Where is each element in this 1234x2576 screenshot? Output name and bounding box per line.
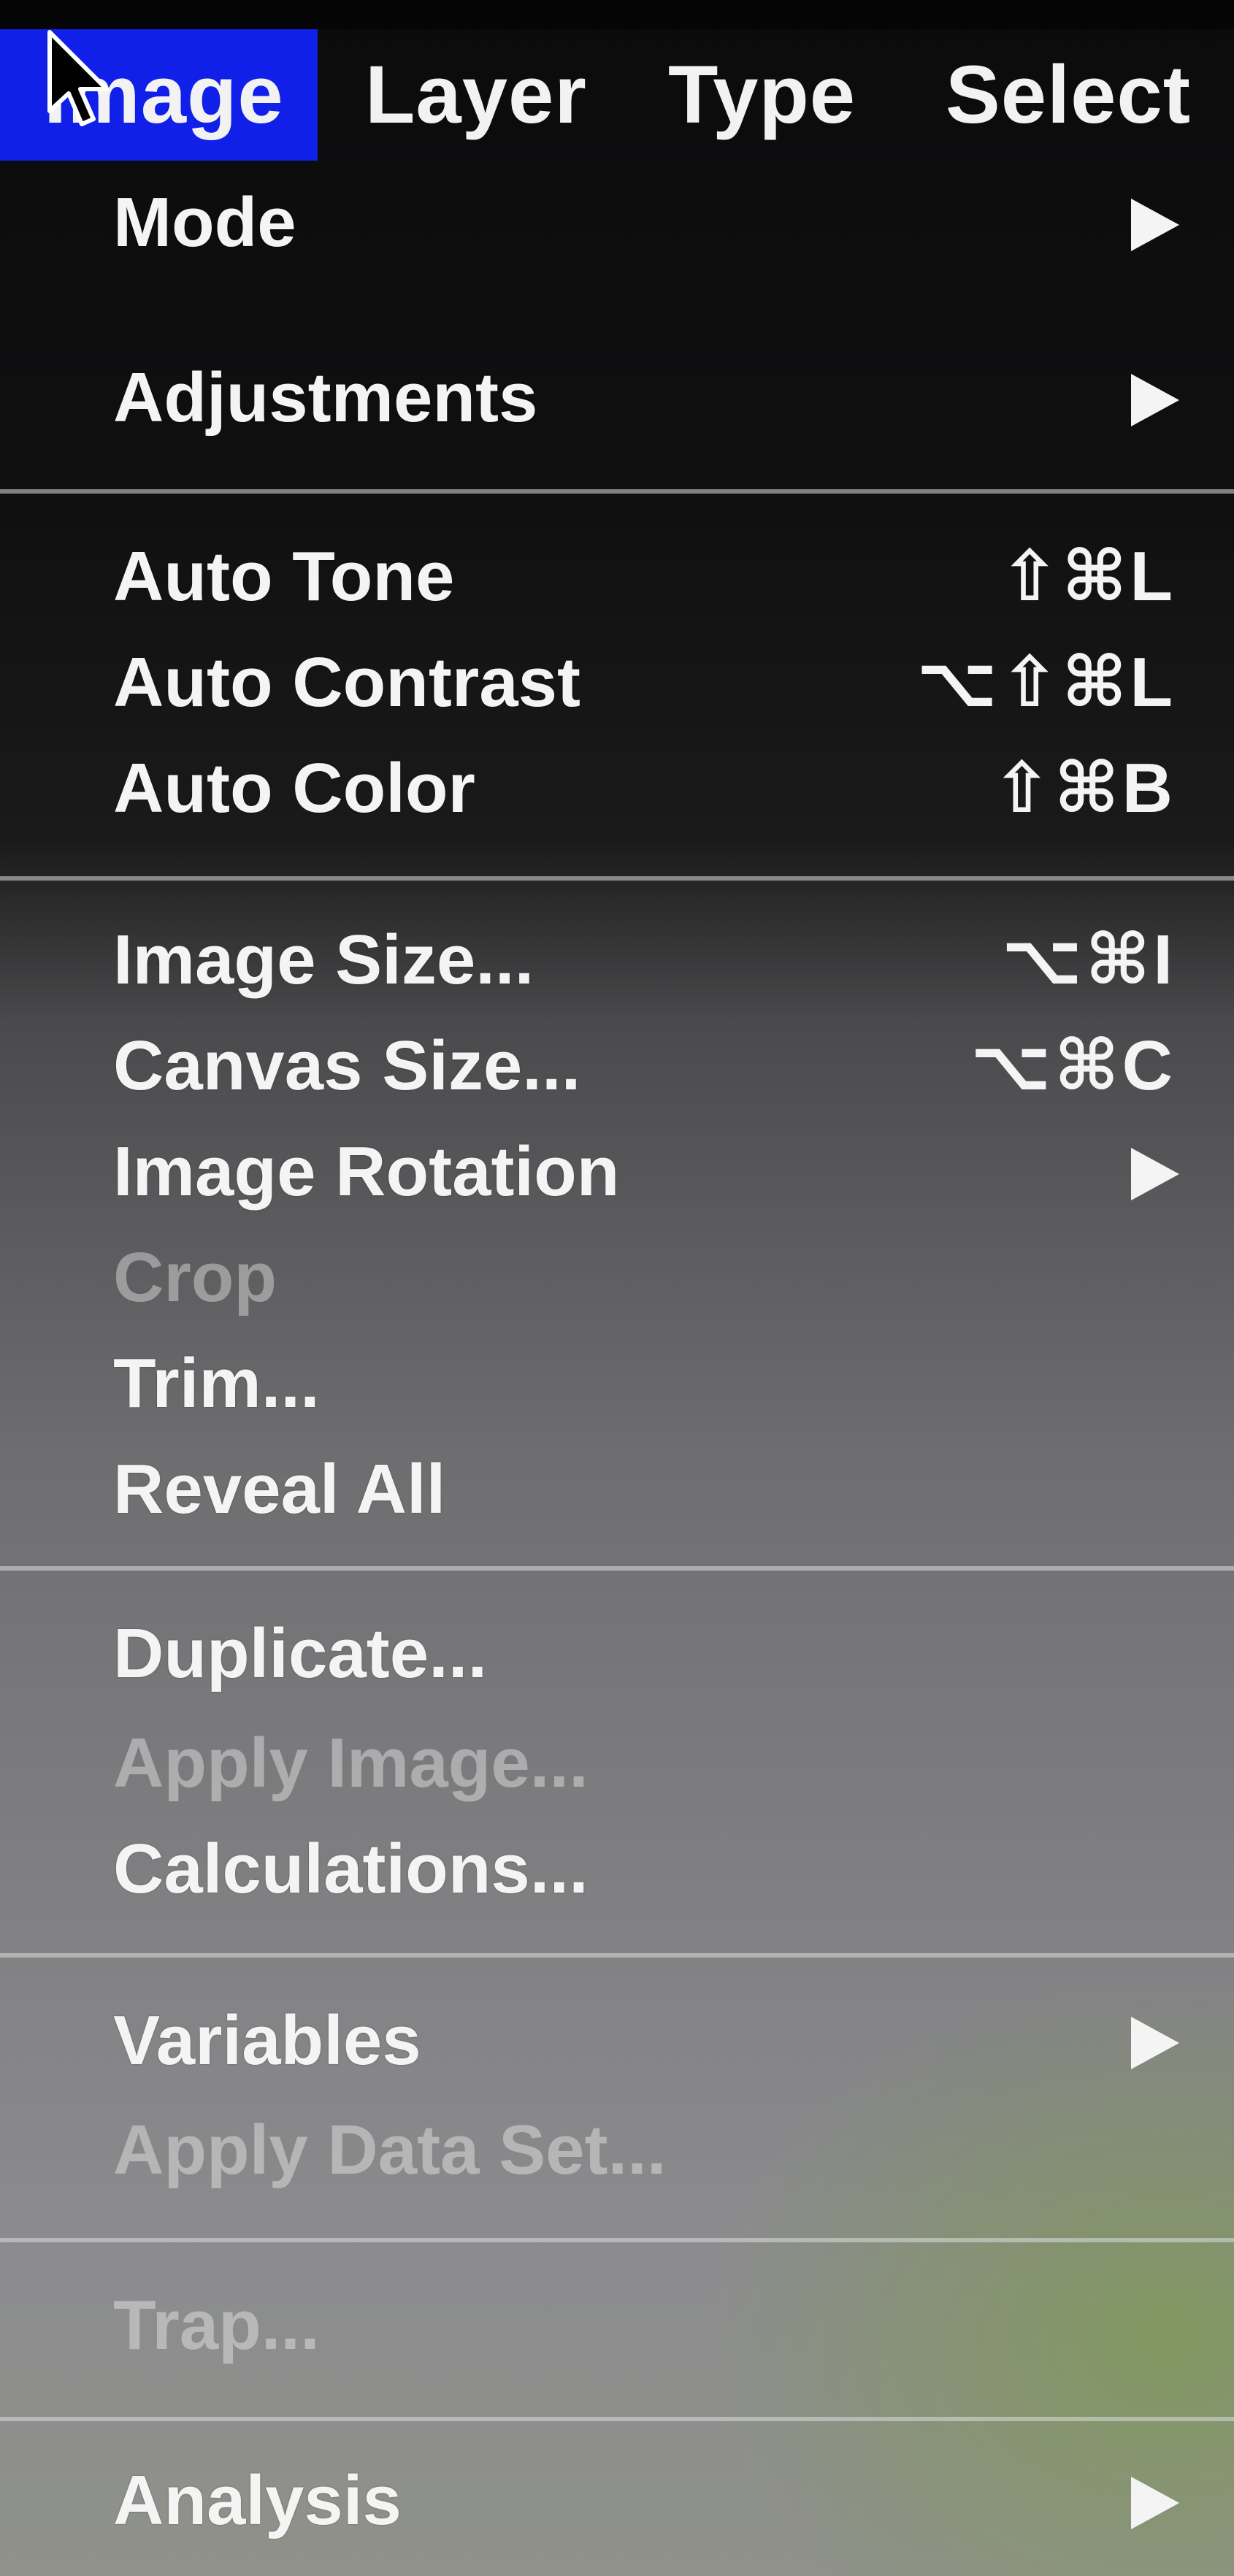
menu-item-image-size[interactable]: Image Size... ⌥⌘I — [0, 905, 1234, 1015]
menu-item-calculations[interactable]: Calculations... — [0, 1814, 1234, 1924]
menu-item-label: Calculations... — [113, 1830, 589, 1908]
menu-separator — [0, 1566, 1234, 1571]
menu-item-label: Mode — [113, 183, 296, 261]
menu-item-canvas-size[interactable]: Canvas Size... ⌥⌘C — [0, 1011, 1234, 1121]
menu-item-duplicate[interactable]: Duplicate... — [0, 1599, 1234, 1709]
menubar-item-select[interactable]: Select — [946, 29, 1191, 161]
shortcut-label: ⇧⌘B — [992, 749, 1176, 827]
menu-item-label: Trap... — [113, 2286, 320, 2364]
chevron-right-icon — [1131, 2477, 1179, 2529]
top-strip — [0, 0, 1234, 29]
menu-item-trap: Trap... — [0, 2271, 1234, 2380]
menu-bar: Image Layer Type Select — [0, 29, 1234, 161]
menu-item-reveal-all[interactable]: Reveal All — [0, 1435, 1234, 1544]
menu-separator — [0, 1953, 1234, 1958]
menu-item-label: Trim... — [113, 1344, 320, 1422]
menu-item-auto-tone[interactable]: Auto Tone ⇧⌘L — [0, 522, 1234, 632]
menu-item-label: Image Rotation — [113, 1132, 620, 1211]
menu-item-auto-color[interactable]: Auto Color ⇧⌘B — [0, 734, 1234, 843]
menubar-item-layer[interactable]: Layer — [365, 29, 587, 161]
menu-separator — [0, 2417, 1234, 2421]
chevron-right-icon — [1131, 2017, 1179, 2069]
menu-item-apply-data-set: Apply Data Set... — [0, 2096, 1234, 2205]
menu-separator — [0, 489, 1234, 494]
menu-item-label: Apply Image... — [113, 1724, 589, 1802]
menu-item-apply-image: Apply Image... — [0, 1709, 1234, 1818]
menu-item-image-rotation[interactable]: Image Rotation — [0, 1117, 1234, 1227]
menu-separator — [0, 2238, 1234, 2242]
chevron-right-icon — [1131, 1148, 1179, 1200]
menu-item-label: Analysis — [113, 2461, 402, 2539]
menu-item-label: Variables — [113, 2001, 421, 2079]
menu-item-label: Reveal All — [113, 1450, 446, 1528]
menu-item-label: Apply Data Set... — [113, 2111, 667, 2189]
arrow-pointer-icon — [47, 30, 109, 126]
menu-item-label: Adjustments — [113, 359, 538, 437]
chevron-right-icon — [1131, 374, 1179, 426]
menu-item-analysis[interactable]: Analysis — [0, 2446, 1234, 2556]
chevron-right-icon — [1131, 199, 1179, 251]
menu-item-crop: Crop — [0, 1223, 1234, 1333]
menu-item-label: Auto Color — [113, 749, 475, 827]
menu-item-label: Duplicate... — [113, 1614, 488, 1693]
screen: Image Layer Type Select Mode Adjustments… — [0, 0, 1234, 2576]
shortcut-label: ⌥⌘I — [1001, 921, 1176, 999]
menu-item-trim[interactable]: Trim... — [0, 1329, 1234, 1438]
menu-separator — [0, 876, 1234, 881]
shortcut-label: ⇧⌘L — [1000, 537, 1176, 616]
menu-item-label: Auto Contrast — [113, 643, 580, 721]
image-menu-dropdown: Mode Adjustments Auto Tone ⇧⌘L Auto Cont… — [0, 161, 1234, 2576]
menubar-item-type[interactable]: Type — [668, 29, 856, 161]
menu-item-auto-contrast[interactable]: Auto Contrast ⌥⇧⌘L — [0, 628, 1234, 737]
menu-item-adjustments[interactable]: Adjustments — [0, 343, 1234, 453]
menu-item-label: Canvas Size... — [113, 1027, 581, 1105]
shortcut-label: ⌥⇧⌘L — [916, 643, 1176, 721]
menu-item-label: Image Size... — [113, 921, 534, 999]
menu-item-variables[interactable]: Variables — [0, 1986, 1234, 2096]
menu-item-label: Crop — [113, 1238, 277, 1316]
menu-item-label: Auto Tone — [113, 537, 455, 616]
shortcut-label: ⌥⌘C — [970, 1027, 1176, 1105]
menu-item-mode[interactable]: Mode — [0, 168, 1234, 277]
